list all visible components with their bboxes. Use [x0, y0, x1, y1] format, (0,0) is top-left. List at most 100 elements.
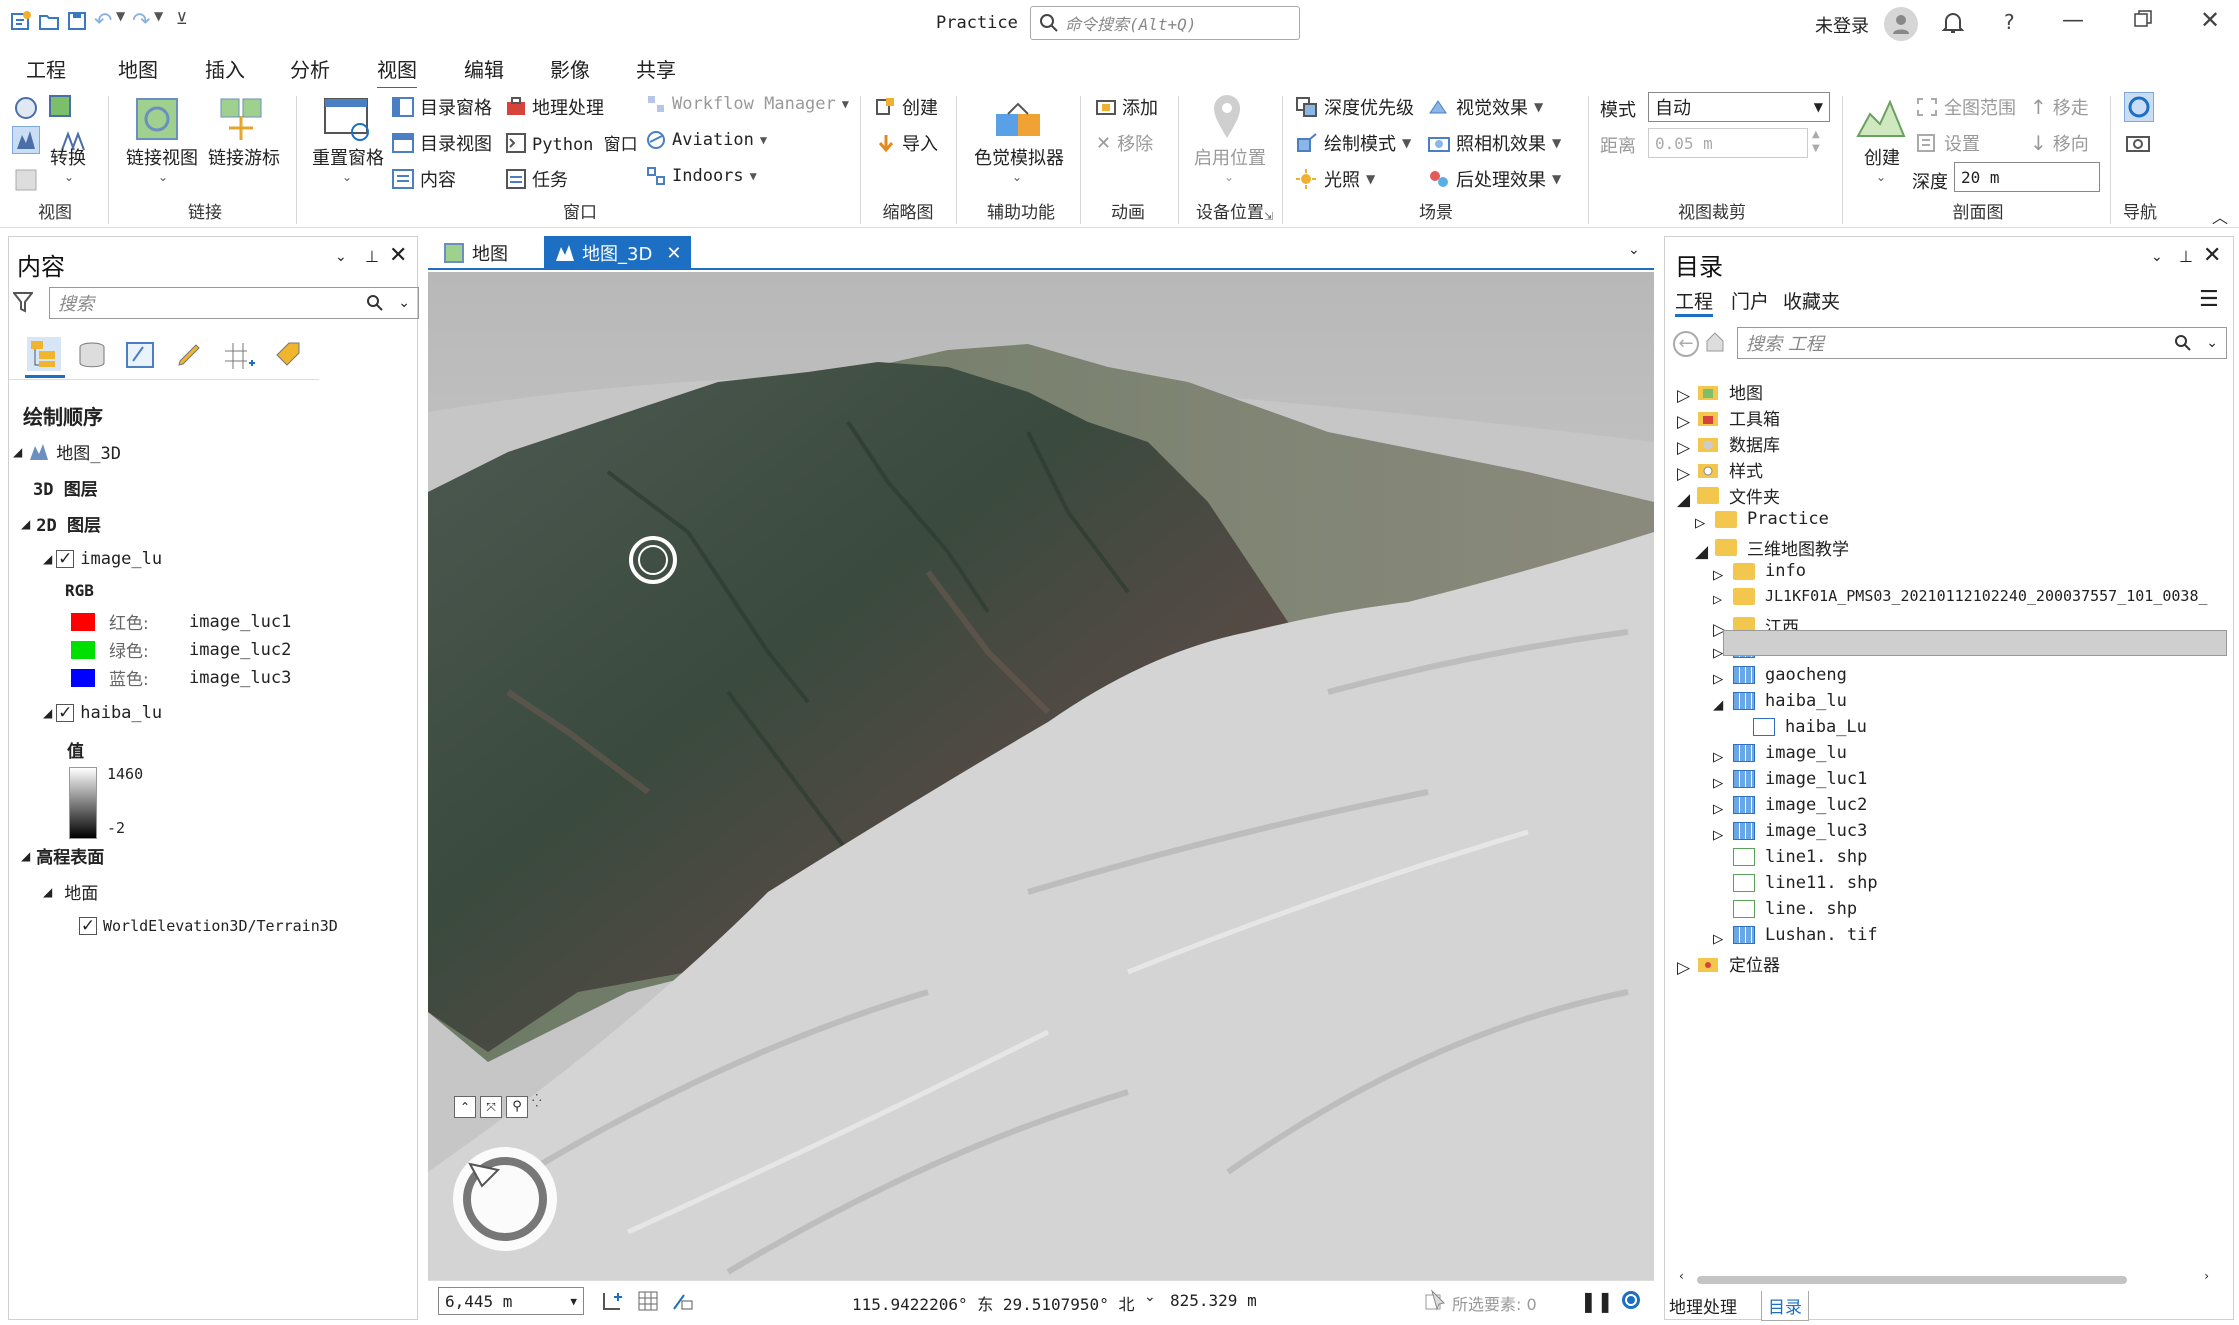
undo-icon[interactable]: ↶ — [94, 9, 112, 34]
list-by-snapping-icon[interactable] — [223, 341, 257, 371]
section-create-dropdown-icon[interactable]: ⌄ — [1876, 170, 1886, 184]
tab-catalog-portal[interactable]: 门户 — [1731, 287, 1769, 314]
catalog-item-toolboxes[interactable]: ▷ 工具箱 — [1677, 405, 1780, 432]
close-tab-icon[interactable]: ✕ — [666, 243, 681, 264]
navigator-full-extent-icon[interactable]: ⤧ — [480, 1096, 502, 1118]
terrain-checkbox[interactable]: ✓ — [79, 916, 97, 936]
tree-ground[interactable]: ◢ 地面 — [43, 879, 98, 904]
tab-insert[interactable]: 插入 — [205, 54, 245, 86]
tree-haiba-lu[interactable]: ◢ ✓ haiba_lu — [43, 703, 162, 723]
close-pane-icon[interactable]: ✕ — [2203, 243, 2221, 268]
clip-distance-input[interactable]: 0.05 m — [1648, 128, 1808, 158]
catalog-item-jl1kf01a[interactable]: ▷ JL1KF01A_PMS03_20210112102240_200037557… — [1713, 587, 2208, 608]
redo-dropdown-icon[interactable]: ▼ — [154, 9, 163, 23]
visual-effects-button[interactable]: 视觉效果 ▼ — [1428, 94, 1543, 120]
tab-map-view[interactable]: 地图 — [434, 238, 518, 268]
undo-dropdown-icon[interactable]: ▼ — [116, 9, 125, 23]
snapping-icon[interactable] — [602, 1291, 624, 1311]
pin-icon[interactable]: ⊥ — [2179, 247, 2193, 266]
tab-overflow-icon[interactable]: ⌄ — [1628, 242, 1640, 258]
constraints-icon[interactable] — [672, 1291, 694, 1311]
catalog-item-databases[interactable]: ▷ 数据库 — [1677, 431, 1780, 458]
notification-bell-icon[interactable] — [1942, 10, 1964, 34]
catalog-item-maps[interactable]: ▷ 地图 — [1677, 379, 1763, 406]
clip-distance-spinner[interactable]: ▲ ▼ — [1812, 128, 1820, 156]
simulator-dropdown-icon[interactable]: ⌄ — [1012, 170, 1022, 184]
camera-effects-button[interactable]: 照相机效果 ▼ — [1428, 130, 1561, 156]
explore-navigate-icon[interactable] — [2124, 92, 2154, 122]
new-project-icon[interactable] — [10, 10, 32, 32]
catalog-item-line1-shp[interactable]: line1. shp — [1733, 847, 1867, 867]
list-by-source-icon[interactable] — [77, 341, 107, 369]
aviation-button[interactable]: Aviation ▼ — [646, 130, 767, 150]
list-by-drawing-order-icon[interactable] — [27, 337, 61, 371]
catalog-item-locators[interactable]: ▷ 定位器 — [1677, 951, 1780, 978]
refresh-icon[interactable] — [1620, 1289, 1642, 1311]
overview-import-button[interactable]: 导入 — [876, 130, 938, 156]
enable-location-button[interactable]: 启用位置 — [1194, 144, 1266, 170]
link-views-dropdown-icon[interactable]: ⌄ — [158, 170, 168, 184]
geoprocessing-button[interactable]: 地理处理 — [506, 94, 604, 120]
3d-view-icon[interactable] — [12, 126, 40, 154]
section-move-away-button[interactable]: ↑ 移走 — [2030, 94, 2089, 120]
save-project-icon[interactable] — [66, 10, 88, 32]
tab-3d-view[interactable]: 地图_3D ✕ — [544, 236, 692, 270]
catalog-item-image-luc2[interactable]: ▷ image_luc2 — [1713, 795, 1867, 819]
workflow-manager-button[interactable]: Workflow Manager ▼ — [646, 94, 849, 114]
section-create-icon[interactable] — [1856, 96, 1906, 142]
catalog-item-image-luc3[interactable]: ▷ image_luc3 — [1713, 821, 1867, 845]
convert-button[interactable]: 转换 — [50, 144, 86, 170]
scene-view[interactable]: ⌃ ⤧ ⚲ ⁛ — [428, 272, 1654, 1280]
reset-panes-dropdown-icon[interactable]: ⌄ — [342, 170, 352, 184]
contents-button[interactable]: 内容 — [392, 166, 456, 192]
section-depth-input[interactable]: 20 m — [1954, 162, 2100, 192]
catalog-item-image-lu[interactable]: ▷ image_lu — [1713, 743, 1847, 767]
catalog-search-input[interactable]: 搜索 工程 ⌄ — [1737, 327, 2227, 359]
reset-panes-button[interactable]: 重置窗格 — [312, 144, 384, 170]
image-lu-checkbox[interactable]: ✓ — [56, 549, 75, 569]
section-create-button[interactable]: 创建 — [1864, 144, 1900, 170]
pause-drawing-icon[interactable]: ❚❚ — [1580, 1289, 1614, 1313]
navigator-expand-icon[interactable]: ⁛ — [532, 1094, 542, 1108]
catalog-item-gaocheng[interactable]: ▷ gaocheng — [1713, 665, 1847, 689]
catalog-item-haiba-lu-band[interactable]: haiba_Lu — [1753, 717, 1867, 737]
coordinate-format-dropdown-icon[interactable]: ⌄ — [1144, 1289, 1156, 1305]
sign-in-status[interactable]: 未登录 — [1815, 12, 1869, 38]
drawing-mode-button[interactable]: 绘制模式 ▼ — [1296, 130, 1411, 156]
catalog-view-button[interactable]: 目录视图 — [392, 130, 492, 156]
tree-3d-layers[interactable]: 3D 图层 — [33, 475, 98, 500]
tab-catalog-favorites[interactable]: 收藏夹 — [1783, 287, 1840, 314]
scale-select[interactable]: 6,445 m ▼ — [438, 1287, 584, 1315]
animation-add-button[interactable]: 添加 — [1096, 94, 1158, 120]
catalog-item-lushan-tif[interactable]: ▷ Lushan. tif — [1713, 925, 1878, 949]
link-cursor-icon[interactable] — [218, 96, 264, 142]
open-project-icon[interactable] — [38, 10, 60, 32]
tree-terrain3d[interactable]: ✓ WorldElevation3D/Terrain3D — [79, 916, 338, 936]
indoors-button[interactable]: Indoors ▼ — [646, 166, 757, 186]
tree-2d-layers[interactable]: ◢ 2D 图层 — [21, 511, 101, 536]
lighting-button[interactable]: 光照 ▼ — [1296, 166, 1375, 192]
location-dropdown-icon[interactable]: ⌄ — [1224, 170, 1234, 184]
dialog-launcher-icon[interactable]: ⇲ — [1264, 210, 1273, 223]
pane-menu-icon[interactable]: ⌄ — [335, 249, 347, 265]
link-views-button[interactable]: 链接视图 — [126, 144, 198, 170]
overview-create-button[interactable]: 创建 — [876, 94, 938, 120]
list-by-selection-icon[interactable] — [125, 341, 155, 369]
depth-priority-button[interactable]: 深度优先级 — [1296, 94, 1414, 120]
map-view-icon[interactable] — [48, 94, 74, 120]
tree-image-lu[interactable]: ◢ ✓ image_lu — [43, 549, 162, 569]
color-simulator-button[interactable]: 色觉模拟器 — [974, 144, 1064, 170]
grid-icon[interactable] — [638, 1291, 658, 1311]
section-settings-button[interactable]: 设置 — [1916, 130, 1980, 156]
command-search-input[interactable]: 命令搜索(Alt+Q) — [1030, 6, 1300, 40]
redo-icon[interactable]: ↷ — [132, 9, 150, 34]
home-icon[interactable] — [1705, 331, 1725, 353]
navigator-walk-icon[interactable]: ⚲ — [506, 1096, 528, 1118]
catalog-pane-button[interactable]: 目录窗格 — [392, 94, 492, 120]
tree-map-3d[interactable]: ◢ 地图_3D — [13, 439, 121, 464]
bottom-tab-geoprocessing[interactable]: 地理处理 — [1669, 1293, 1737, 1318]
horizontal-scrollbar[interactable]: ‹ › — [1679, 1269, 2209, 1287]
customize-qat-icon[interactable]: ⊻ — [176, 9, 188, 28]
tab-project[interactable]: 工程 — [26, 54, 66, 86]
minimize-icon[interactable]: — — [2062, 8, 2084, 33]
